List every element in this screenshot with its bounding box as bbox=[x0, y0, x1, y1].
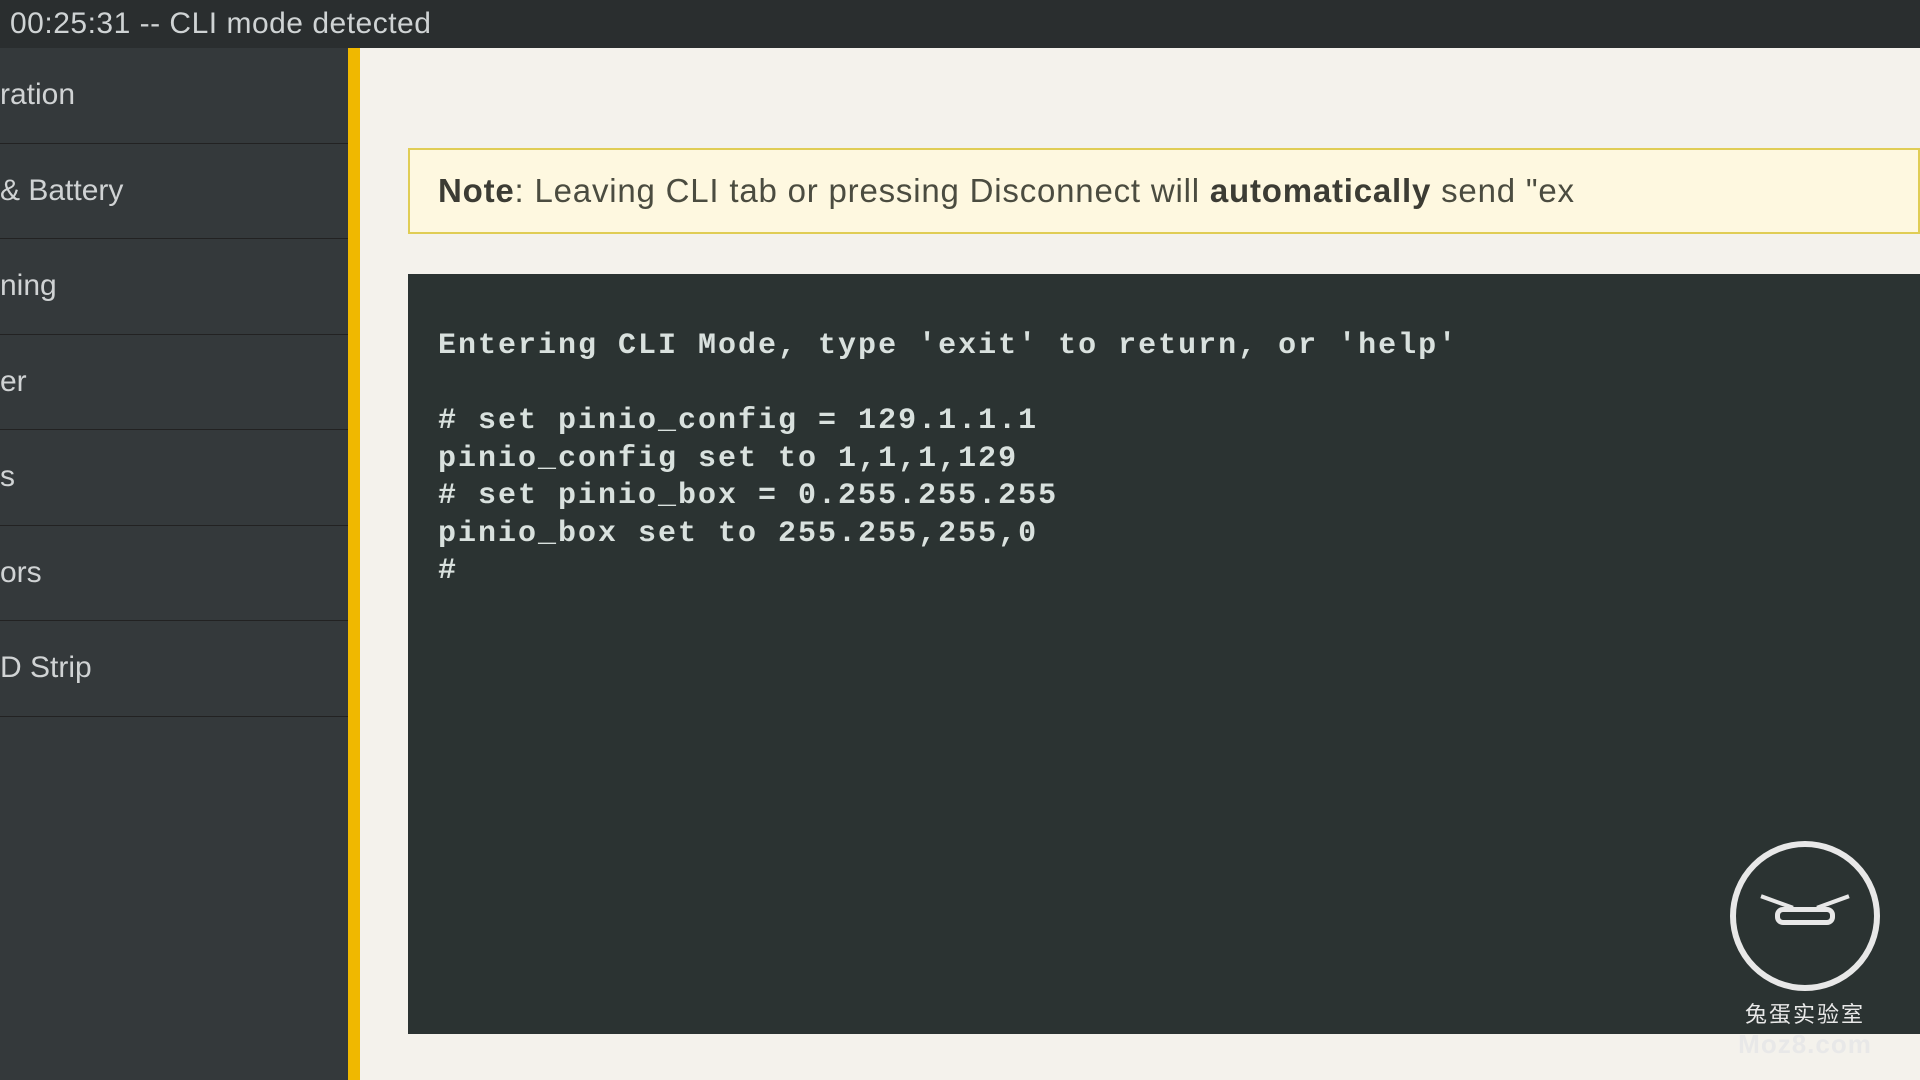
cli-line: pinio_config set to 1,1,1,129 bbox=[438, 442, 1018, 476]
sidebar-item[interactable]: s bbox=[0, 430, 348, 526]
sidebar-item-label: ors bbox=[0, 556, 42, 589]
main-panel: Note: Leaving CLI tab or pressing Discon… bbox=[360, 48, 1920, 1080]
cli-line: pinio_box set to 255.255,255,0 bbox=[438, 517, 1038, 551]
cli-terminal[interactable]: Entering CLI Mode, type 'exit' to return… bbox=[408, 274, 1920, 1034]
note-prefix: Note bbox=[438, 172, 515, 209]
log-line: 00:25:31 -- CLI mode detected bbox=[10, 7, 431, 41]
sidebar-item[interactable]: & Battery bbox=[0, 144, 348, 240]
sidebar-item-label: & Battery bbox=[0, 174, 123, 207]
cli-line: # bbox=[438, 554, 458, 588]
note-text: : Leaving CLI tab or pressing Disconnect… bbox=[515, 172, 1210, 209]
note-tail: send "ex bbox=[1431, 172, 1575, 209]
cli-line: # set pinio_config = 129.1.1.1 bbox=[438, 404, 1038, 438]
sidebar-item-label: ning bbox=[0, 269, 57, 302]
note-bold: automatically bbox=[1210, 172, 1431, 209]
sidebar-item[interactable]: ration bbox=[0, 48, 348, 144]
sidebar-item-label: s bbox=[0, 460, 15, 493]
sidebar-item[interactable]: er bbox=[0, 335, 348, 431]
watermark-logo-icon bbox=[1730, 841, 1880, 991]
sidebar-item[interactable]: D Strip bbox=[0, 621, 348, 717]
sidebar-item[interactable]: ning bbox=[0, 239, 348, 335]
sidebar-item-label: er bbox=[0, 365, 27, 398]
watermark-url: Moz8.com bbox=[1738, 1029, 1872, 1060]
watermark-title: 兔蛋实验室 bbox=[1745, 997, 1865, 1029]
log-topbar: 00:25:31 -- CLI mode detected bbox=[0, 0, 1920, 48]
drone-icon bbox=[1775, 907, 1835, 925]
sidebar-item[interactable]: ors bbox=[0, 526, 348, 622]
sidebar-nav: ration & Battery ning er s ors D Strip bbox=[0, 48, 360, 1080]
cli-note-banner: Note: Leaving CLI tab or pressing Discon… bbox=[408, 148, 1920, 234]
sidebar-item-label: D Strip bbox=[0, 651, 92, 684]
watermark: 兔蛋实验室 Moz8.com bbox=[1730, 841, 1880, 1060]
cli-line: Entering CLI Mode, type 'exit' to return… bbox=[438, 329, 1458, 363]
sidebar-item-label: ration bbox=[0, 78, 75, 111]
cli-line: # set pinio_box = 0.255.255.255 bbox=[438, 479, 1058, 513]
app-shell: ration & Battery ning er s ors D Strip N… bbox=[0, 48, 1920, 1080]
